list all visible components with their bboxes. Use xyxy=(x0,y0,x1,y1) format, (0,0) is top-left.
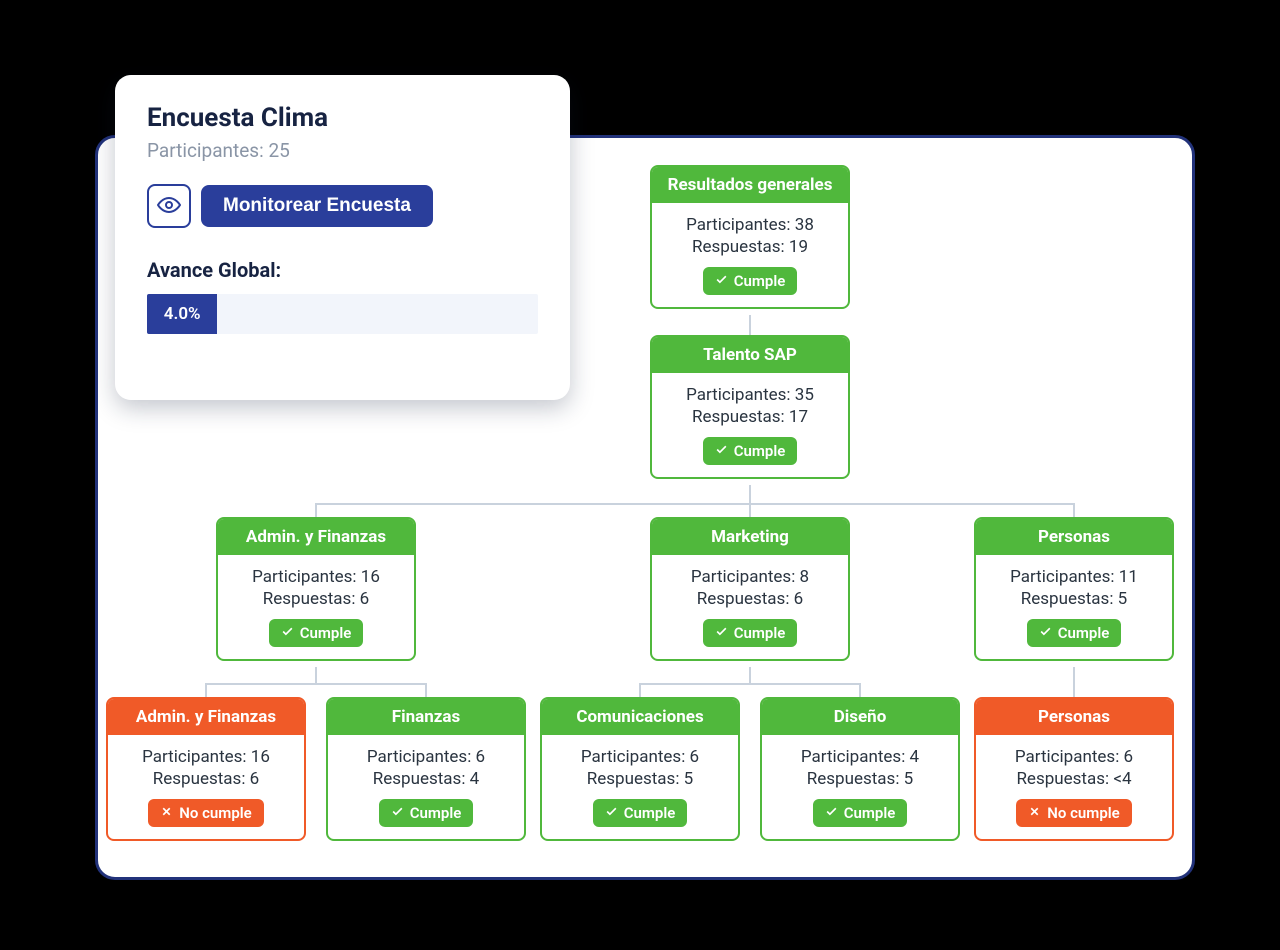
node-personas-leaf[interactable]: Personas Participantes: 6 Respuestas: <4… xyxy=(974,697,1174,841)
action-row: Monitorear Encuesta xyxy=(147,184,538,228)
node-title: Admin. y Finanzas xyxy=(108,699,304,735)
node-body: Participantes: 6 Respuestas: 5 Cumple xyxy=(542,735,738,839)
x-icon xyxy=(160,804,173,822)
node-body: Participantes: 4 Respuestas: 5 Cumple xyxy=(762,735,958,839)
status-badge: Cumple xyxy=(1027,619,1122,647)
connector xyxy=(639,683,861,685)
progress-fill: 4.0% xyxy=(147,294,217,334)
participants-line: Participantes: 25 xyxy=(147,139,538,162)
node-body: Participantes: 11 Respuestas: 5 Cumple xyxy=(976,555,1172,659)
check-icon xyxy=(825,804,838,822)
participants-label: Participantes: xyxy=(147,139,264,162)
connector xyxy=(859,683,861,697)
connector xyxy=(205,683,427,685)
node-body: Participantes: 8 Respuestas: 6 Cumple xyxy=(652,555,848,659)
connector xyxy=(749,667,751,683)
status-badge: Cumple xyxy=(703,619,798,647)
monitor-survey-button[interactable]: Monitorear Encuesta xyxy=(201,185,433,227)
status-badge: Cumple xyxy=(703,437,798,465)
avance-global-label: Avance Global: xyxy=(147,258,538,282)
node-title: Finanzas xyxy=(328,699,524,735)
node-title: Admin. y Finanzas xyxy=(218,519,414,555)
connector xyxy=(639,683,641,697)
node-body: Participantes: 16 Respuestas: 6 No cumpl… xyxy=(108,735,304,839)
connector xyxy=(1073,503,1075,517)
check-icon xyxy=(281,624,294,642)
status-badge: No cumple xyxy=(148,799,263,827)
status-badge: Cumple xyxy=(703,267,798,295)
check-icon xyxy=(715,272,728,290)
connector xyxy=(315,667,317,683)
node-body: Participantes: 16 Respuestas: 6 Cumple xyxy=(218,555,414,659)
node-resultados-generales[interactable]: Resultados generales Participantes: 38 R… xyxy=(650,165,850,309)
node-body: Participantes: 35 Respuestas: 17 Cumple xyxy=(652,373,848,477)
connector xyxy=(749,315,751,335)
node-title: Diseño xyxy=(762,699,958,735)
view-button[interactable] xyxy=(147,184,191,228)
node-comunicaciones[interactable]: Comunicaciones Participantes: 6 Respuest… xyxy=(540,697,740,841)
check-icon xyxy=(1039,624,1052,642)
connector xyxy=(749,503,751,517)
info-card: Encuesta Clima Participantes: 25 Monitor… xyxy=(115,75,570,400)
status-badge: Cumple xyxy=(379,799,474,827)
node-title: Marketing xyxy=(652,519,848,555)
node-title: Talento SAP xyxy=(652,337,848,373)
node-body: Participantes: 38 Respuestas: 19 Cumple xyxy=(652,203,848,307)
x-icon xyxy=(1028,804,1041,822)
node-body: Participantes: 6 Respuestas: 4 Cumple xyxy=(328,735,524,839)
connector xyxy=(315,503,317,517)
node-marketing[interactable]: Marketing Participantes: 8 Respuestas: 6… xyxy=(650,517,850,661)
node-diseno[interactable]: Diseño Participantes: 4 Respuestas: 5 Cu… xyxy=(760,697,960,841)
survey-title: Encuesta Clima xyxy=(147,103,538,133)
node-talento-sap[interactable]: Talento SAP Participantes: 35 Respuestas… xyxy=(650,335,850,479)
status-badge: No cumple xyxy=(1016,799,1131,827)
check-icon xyxy=(715,442,728,460)
node-finanzas[interactable]: Finanzas Participantes: 6 Respuestas: 4 … xyxy=(326,697,526,841)
connector xyxy=(425,683,427,697)
status-badge: Cumple xyxy=(269,619,364,647)
node-title: Resultados generales xyxy=(652,167,848,203)
connector xyxy=(749,485,751,503)
node-personas[interactable]: Personas Participantes: 11 Respuestas: 5… xyxy=(974,517,1174,661)
status-badge: Cumple xyxy=(813,799,908,827)
connector xyxy=(1073,667,1075,697)
node-body: Participantes: 6 Respuestas: <4 No cumpl… xyxy=(976,735,1172,839)
node-admin-y-finanzas-leaf[interactable]: Admin. y Finanzas Participantes: 16 Resp… xyxy=(106,697,306,841)
eye-icon xyxy=(157,193,181,220)
node-title: Personas xyxy=(976,699,1172,735)
connector xyxy=(205,683,207,697)
check-icon xyxy=(391,804,404,822)
check-icon xyxy=(605,804,618,822)
connector xyxy=(315,503,1075,505)
progress-bar: 4.0% xyxy=(147,294,538,334)
node-title: Comunicaciones xyxy=(542,699,738,735)
status-badge: Cumple xyxy=(593,799,688,827)
node-title: Personas xyxy=(976,519,1172,555)
node-admin-y-finanzas[interactable]: Admin. y Finanzas Participantes: 16 Resp… xyxy=(216,517,416,661)
participants-value: 25 xyxy=(268,139,289,162)
check-icon xyxy=(715,624,728,642)
